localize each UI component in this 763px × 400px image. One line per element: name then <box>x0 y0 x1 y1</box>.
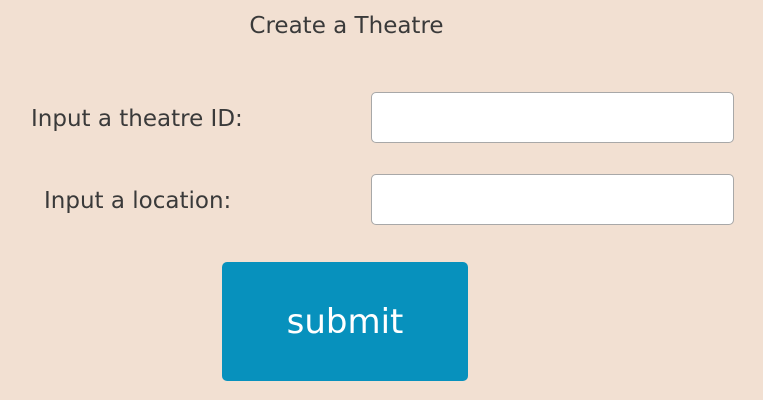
theatre-id-input[interactable] <box>371 92 734 143</box>
submit-button[interactable]: submit <box>222 262 468 381</box>
location-input[interactable] <box>371 174 734 225</box>
theatre-id-label: Input a theatre ID: <box>31 106 243 132</box>
form-title: Create a Theatre <box>249 13 444 39</box>
create-theatre-form: Create a Theatre Input a theatre ID: Inp… <box>0 0 763 400</box>
location-label: Input a location: <box>44 188 232 214</box>
